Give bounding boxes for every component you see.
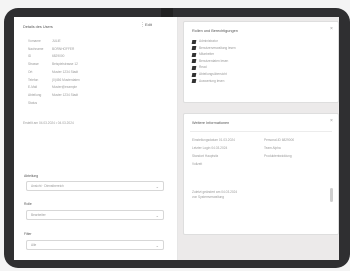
detail-row: Ort Muster 1234 Stadt [14,70,177,76]
detail-value: JULIE [52,39,61,43]
info-row: Letzter Login 04.03.2024 Team Alpha [184,146,334,152]
chevron-down-icon: ⌄ [155,212,159,218]
checkbox-icon [191,65,197,70]
detail-value: (0)456 Musterdaten [52,77,80,82]
details-footer: Erstellt am 04.03.2024 • 04.03.2024 [23,121,74,125]
detail-row: E-Mail Muster@example [14,85,177,91]
chevron-down-icon: ⌄ [155,242,159,248]
user-details-panel: Details des Users ⋮ Edit Vorname JULIE Nac… [14,17,178,260]
panel-title: Details des Users [23,25,53,29]
rights-item-label: Benutzerdaten lesen [199,58,229,63]
rights-item-label: Auswertung lesen [199,78,225,83]
detail-label: Vorname [28,39,41,43]
divider [190,131,332,132]
field-label-text: Rolle [24,202,32,206]
role-select[interactable]: Bearbeiter ⌄ [26,210,164,220]
detail-label: ID [28,54,32,59]
detail-value: BORNHOFFER [52,46,75,51]
info-row: Standort Hauptsitz Produktentwicklung [184,154,334,160]
rights-card-title: Rollen und Berechtigungen [192,29,238,33]
detail-row: Status [14,101,177,107]
checkbox-icon [191,46,197,51]
detail-label: Strasse [28,62,39,67]
detail-label: Abteilung [28,92,42,97]
detail-label: Status [28,100,38,105]
info-row: Vollzeit [184,162,334,168]
checkbox-icon [191,59,197,64]
select-value: Ansicht · Dienstbereich [31,184,64,188]
info-meta-2: von Systemverwaltung [192,195,225,199]
filter-select[interactable]: Alle ⌄ [26,240,164,250]
info-left: Standort Hauptsitz [192,154,219,158]
rights-item-label: Administrator [199,39,218,43]
field-label-text: Filter [24,232,32,236]
detail-label: Telefon [28,77,39,82]
detail-value: Muster 1234 Stadt [52,69,79,74]
rights-card: Rollen und Berechtigungen × Administrato… [183,21,339,103]
field-label-text: Abteilung [24,174,39,178]
info-right: Personal-ID 6829000 [264,138,295,142]
info-row: Einstellungsdatum 01.03.2024 Personal-ID … [184,138,334,144]
scrollbar-thumb[interactable] [330,188,333,202]
checkbox-icon [191,39,197,44]
close-icon[interactable]: × [330,118,333,124]
info-left: Einstellungsdatum 01.03.2024 [192,138,235,142]
rights-item-label: Abteilungsübersicht [199,72,227,76]
detail-row: Telefon (0)456 Musterdaten [14,78,177,84]
info-card: Weitere Informationen × Einstellungsdatu… [183,113,339,235]
detail-label: Nachname [28,46,44,51]
field-label-3: Filter [24,232,32,236]
rights-list: Administrator Benutzerverwaltung lesen Mit… [184,39,334,99]
detail-row: Strasse Beispielstrasse 12 [14,62,177,68]
chevron-down-icon: ⌄ [155,183,159,189]
select-value: Alle [31,243,37,247]
checkbox-icon [191,52,197,57]
info-left: Letzter Login 04.03.2024 [192,146,228,150]
detail-row: Abteilung Muster 1234 Stadt [14,93,177,99]
info-right: Produktentwicklung [264,154,292,158]
department-select[interactable]: Ansicht · Dienstbereich ⌄ [26,181,164,191]
detail-value: Muster 1234 Stadt [52,92,79,97]
close-icon[interactable]: × [330,26,333,32]
select-value: Bearbeiter [31,213,46,217]
side-panels: Rollen und Berechtigungen × Administrato… [178,17,339,260]
rights-item-label: Read [199,65,207,70]
rights-item-label: Mitarbeiter [199,52,215,57]
detail-row: Vorname JULIE [14,39,177,45]
details-list: Vorname JULIE Nachname BORNHOFFER ID 6829000 S… [14,39,177,109]
detail-label: Ort [28,69,33,74]
menu-label: Edit [145,22,152,27]
detail-row: Nachname BORNHOFFER [14,47,177,53]
app-screen: Details des Users ⋮ Edit Vorname JULIE Nac… [14,17,339,260]
rights-item-label: Benutzerverwaltung lesen [199,45,236,50]
panel-menu-button[interactable]: ⋮ Edit [138,22,166,30]
info-left: Vollzeit [192,162,203,166]
info-rows: Einstellungsdatum 01.03.2024 Personal-ID … [184,138,334,178]
info-meta-1: Zuletzt geändert am 04.03.2024 [192,190,238,194]
field-label-2: Rolle [24,202,32,206]
field-label-1: Abteilung [24,174,38,178]
detail-row: ID 6829000 [14,54,177,60]
detail-value: Beispielstrasse 12 [52,62,78,67]
info-right: Team Alpha [264,146,281,150]
detail-label: E-Mail [28,85,38,90]
checkbox-icon [191,72,197,77]
info-card-title: Weitere Informationen [192,121,230,125]
detail-value: Muster@example [52,85,78,90]
checkbox-icon [191,79,197,84]
detail-value: 6829000 [52,54,65,59]
